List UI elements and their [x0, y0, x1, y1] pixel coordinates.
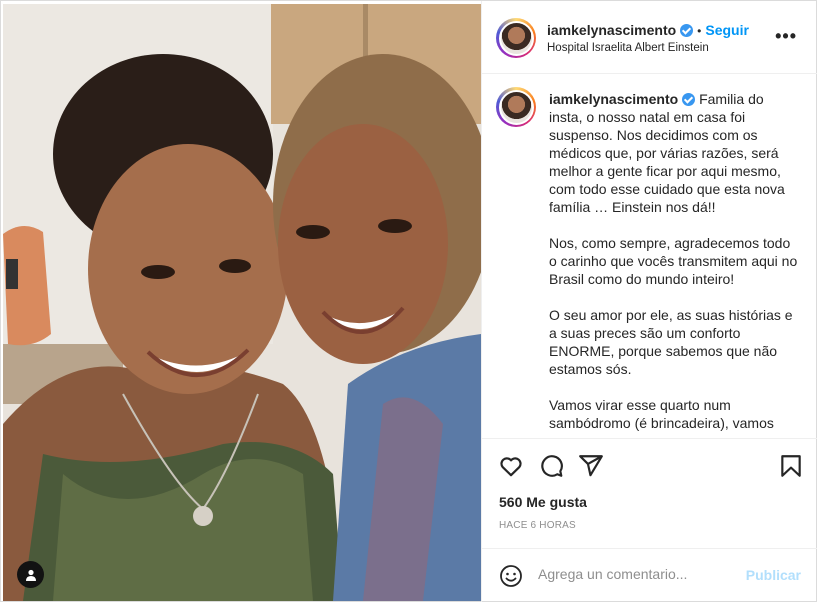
caption-paragraph: Nos, como sempre, agradecemos todo o car… — [549, 235, 798, 287]
avatar-image — [500, 91, 532, 123]
publish-button[interactable]: Publicar — [746, 567, 801, 583]
verified-icon — [680, 24, 694, 37]
caption-paragraph: iamkelynascimento Familia do insta, o no… — [549, 90, 799, 216]
caption-text: iamkelynascimento Familia do insta, o no… — [549, 90, 799, 438]
comment-icon[interactable] — [538, 453, 564, 479]
emoji-icon[interactable] — [499, 564, 523, 588]
caption-paragraph: Vamos virar esse quarto num sambódromo (… — [549, 397, 774, 431]
share-icon[interactable] — [578, 453, 604, 479]
caption-avatar[interactable] — [496, 87, 536, 127]
action-bar: 560 Me gusta HACE 6 HORAS — [482, 438, 817, 548]
avatar[interactable] — [496, 18, 536, 58]
bookmark-icon[interactable] — [778, 453, 804, 479]
caption-paragraph-text: Familia do insta, o nosso natal em casa … — [549, 91, 785, 215]
post-details-pane: iamkelynascimento • Seguir Hospital Israel… — [481, 1, 817, 602]
caption-paragraph: O seu amor por ele, as suas histórias e … — [549, 307, 793, 377]
user-tag-icon[interactable] — [17, 561, 44, 588]
location-link[interactable]: Hospital Israelita Albert Einstein — [547, 42, 709, 54]
post-timestamp[interactable]: HACE 6 HORAS — [499, 520, 576, 531]
heart-icon[interactable] — [498, 453, 524, 479]
comment-input[interactable] — [538, 566, 738, 582]
caption-section: iamkelynascimento Familia do insta, o no… — [482, 74, 817, 438]
follow-button[interactable]: Seguir — [705, 22, 749, 38]
more-icon[interactable]: ••• — [775, 26, 797, 47]
verified-icon — [682, 93, 696, 106]
comment-bar: Publicar — [482, 548, 817, 602]
likes-count[interactable]: 560 Me gusta — [499, 494, 587, 510]
post-header: iamkelynascimento • Seguir Hospital Israel… — [482, 1, 817, 74]
header-user-line: iamkelynascimento • Seguir — [547, 22, 749, 38]
caption-username[interactable]: iamkelynascimento — [549, 91, 678, 107]
avatar-image — [500, 22, 532, 54]
post-photo[interactable] — [3, 4, 481, 601]
instagram-post: iamkelynascimento • Seguir Hospital Israel… — [0, 0, 817, 602]
post-photo-image — [3, 4, 481, 601]
header-username[interactable]: iamkelynascimento — [547, 22, 676, 38]
separator-dot: • — [697, 24, 702, 38]
